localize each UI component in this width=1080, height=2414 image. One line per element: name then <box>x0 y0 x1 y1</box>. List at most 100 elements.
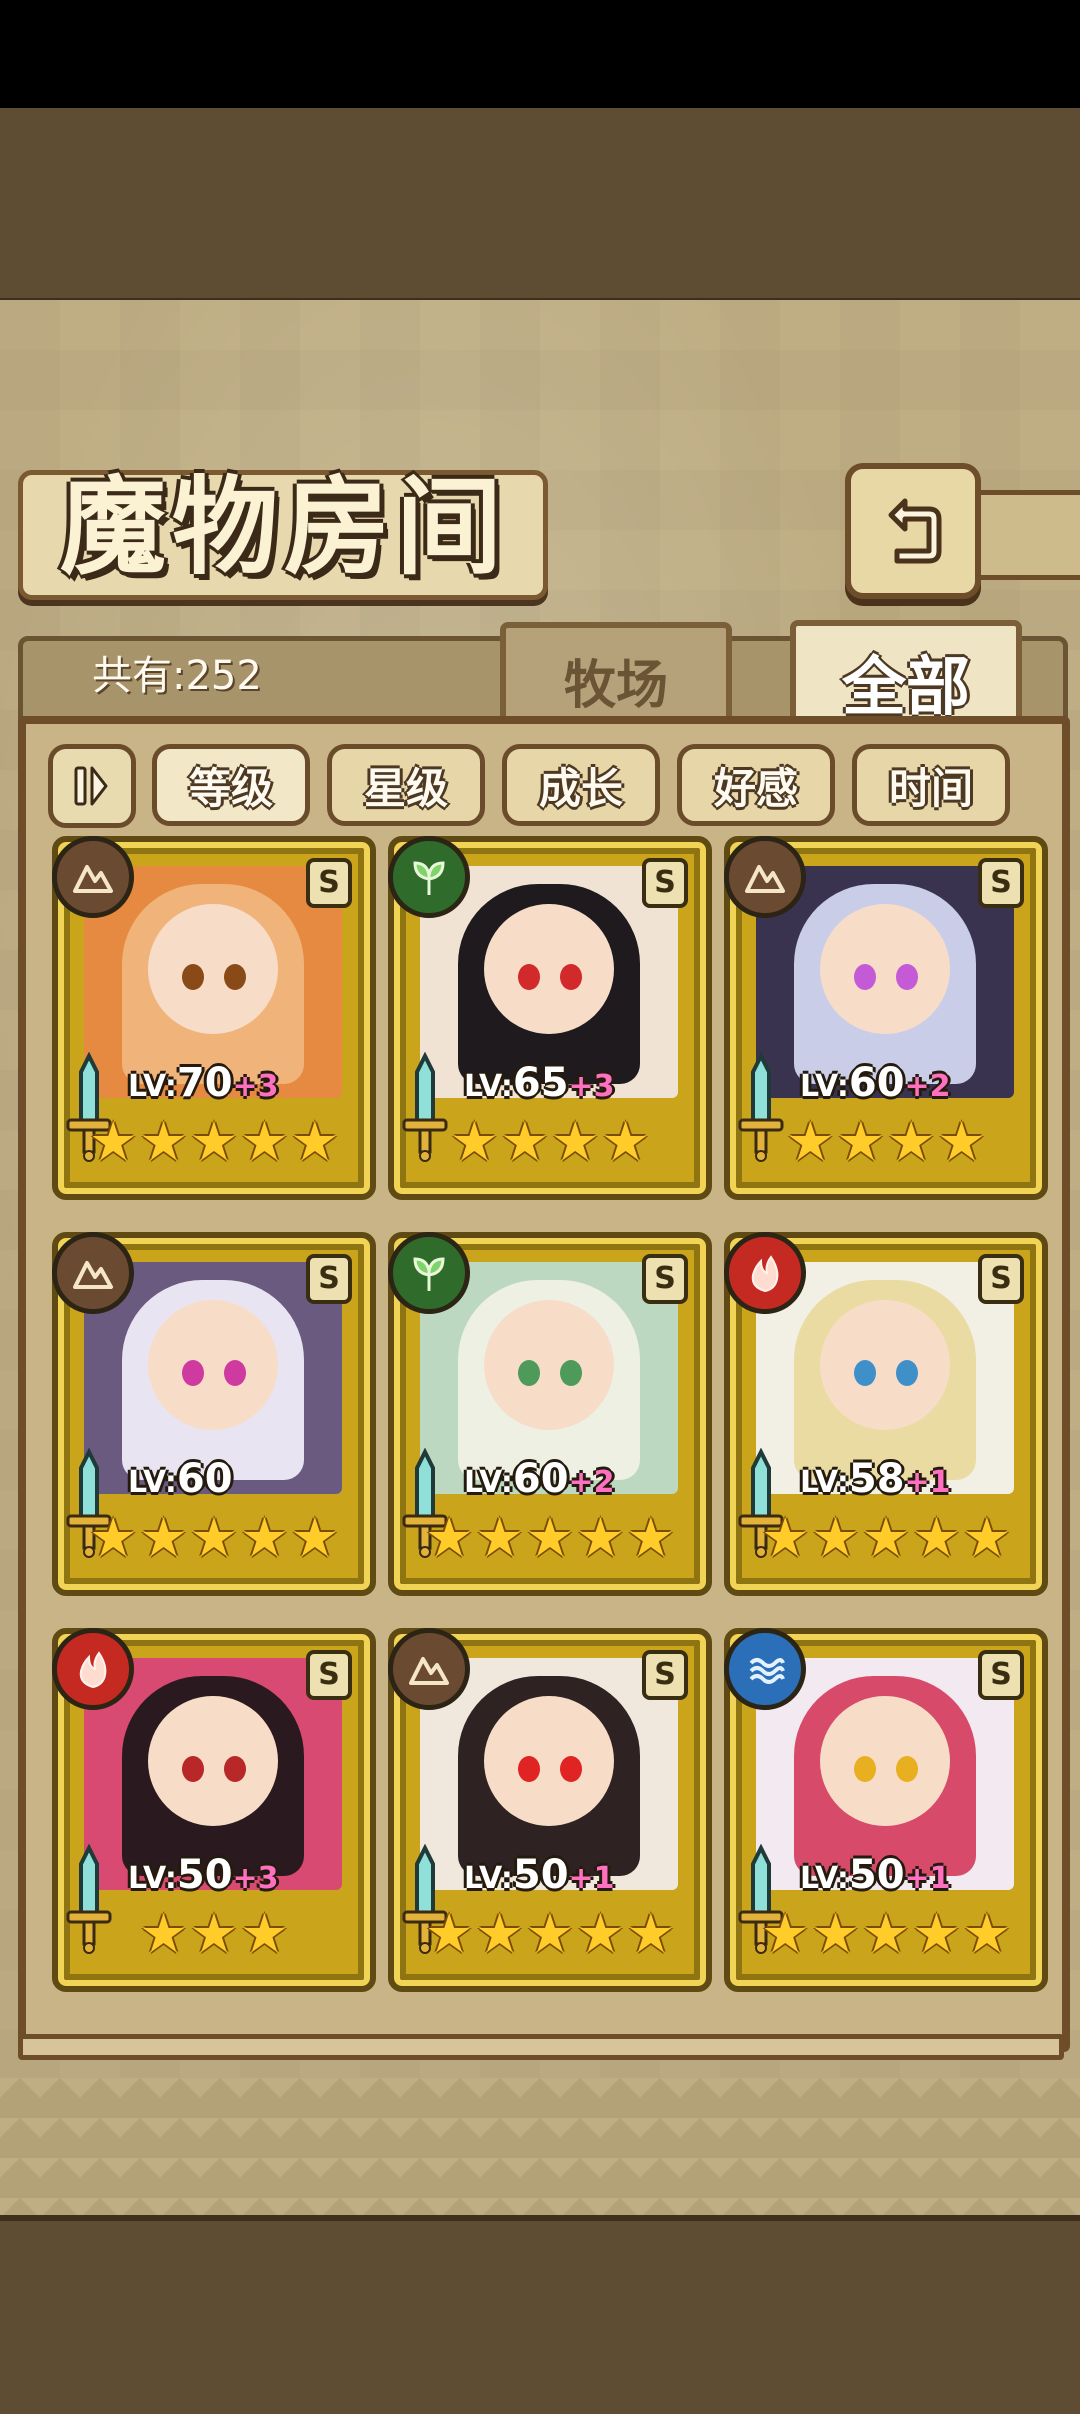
portrait-eye <box>896 1360 918 1386</box>
monster-card[interactable]: S LV:50+1 ★ ★ ★ ★ ★ <box>388 1628 712 1992</box>
monster-card[interactable]: S LV:58+1 ★ ★ ★ ★ ★ <box>724 1232 1048 1596</box>
portrait-eye <box>224 1756 246 1782</box>
level-value: 50 <box>512 1852 569 1898</box>
level-bonus: +1 <box>904 1861 951 1896</box>
star-icon: ★ <box>424 1902 474 1965</box>
page-title: 魔物房间 <box>60 464 508 589</box>
star-icon: ★ <box>88 1506 138 1569</box>
star-rating: ★ ★ ★ ★ ★ <box>394 1510 706 1566</box>
level-bonus: +3 <box>232 1861 279 1896</box>
portrait-eye <box>182 964 204 990</box>
list-bottom-border <box>18 2034 1064 2060</box>
top-map-band <box>0 108 1080 304</box>
filter-level-button[interactable]: 等级 <box>152 744 310 826</box>
level-prefix: LV: <box>464 1465 513 1500</box>
monster-card[interactable]: S LV:70+3 ★ ★ ★ ★ ★ <box>52 836 376 1200</box>
star-icon: ★ <box>189 1902 239 1965</box>
star-icon: ★ <box>626 1506 676 1569</box>
level-label: LV:50+3 <box>128 1850 279 1900</box>
fire-element-icon <box>52 1628 134 1710</box>
level-label: LV:50+1 <box>464 1850 615 1900</box>
monster-card[interactable]: S LV:60 ★ ★ ★ ★ ★ <box>52 1232 376 1596</box>
star-icon: ★ <box>424 1506 474 1569</box>
star-rating: ★ ★ ★ ★ <box>730 1114 1042 1170</box>
rank-badge: S <box>978 1650 1024 1700</box>
level-prefix: LV: <box>800 1861 849 1896</box>
fire-element-icon <box>724 1232 806 1314</box>
monster-card[interactable]: S LV:60+2 ★ ★ ★ ★ <box>724 836 1048 1200</box>
star-icon: ★ <box>240 1902 289 1965</box>
star-icon: ★ <box>475 1902 524 1965</box>
star-icon: ★ <box>937 1110 986 1173</box>
star-icon: ★ <box>962 1506 1012 1569</box>
pause-bars-icon <box>74 766 108 806</box>
portrait-face <box>484 1696 614 1826</box>
level-prefix: LV: <box>128 1861 177 1896</box>
star-icon: ★ <box>576 1506 625 1569</box>
back-button[interactable] <box>845 463 981 599</box>
monster-card[interactable]: S LV:65+3 ★ ★ ★ ★ <box>388 836 712 1200</box>
portrait-eye <box>560 964 582 990</box>
portrait-face <box>820 1300 950 1430</box>
status-bar-area <box>0 0 1080 108</box>
star-rating: ★ ★ ★ ★ ★ <box>58 1510 370 1566</box>
level-value: 60 <box>848 1060 905 1106</box>
star-icon: ★ <box>836 1110 885 1173</box>
monster-card[interactable]: S LV:60+2 ★ ★ ★ ★ ★ <box>388 1232 712 1596</box>
portrait-eye <box>182 1360 204 1386</box>
star-icon: ★ <box>290 1506 340 1569</box>
monster-card[interactable]: S LV:50+3 ★ ★ ★ <box>52 1628 376 1992</box>
level-prefix: LV: <box>128 1465 177 1500</box>
portrait-eye <box>854 1756 876 1782</box>
portrait-face <box>148 904 278 1034</box>
star-icon: ★ <box>962 1902 1012 1965</box>
earth-element-icon <box>52 1232 134 1314</box>
level-prefix: LV: <box>800 1069 849 1104</box>
portrait-eye <box>560 1756 582 1782</box>
wood-element-icon <box>388 836 470 918</box>
level-value: 50 <box>176 1852 233 1898</box>
portrait-eye <box>518 1360 540 1386</box>
star-icon: ★ <box>626 1902 676 1965</box>
star-icon: ★ <box>450 1110 499 1173</box>
star-icon: ★ <box>861 1902 911 1965</box>
star-icon: ★ <box>139 1506 188 1569</box>
filter-star-button[interactable]: 星级 <box>327 744 485 826</box>
filter-growth-button[interactable]: 成长 <box>502 744 660 826</box>
portrait-eye <box>896 964 918 990</box>
earth-element-icon <box>52 836 134 918</box>
monster-card[interactable]: S LV:50+1 ★ ★ ★ ★ ★ <box>724 1628 1048 1992</box>
star-icon: ★ <box>139 1110 188 1173</box>
level-label: LV:70+3 <box>128 1058 279 1108</box>
level-label: LV:60 <box>128 1454 233 1504</box>
level-label: LV:60+2 <box>464 1454 615 1504</box>
star-rating: ★ ★ ★ ★ ★ <box>730 1510 1042 1566</box>
star-icon: ★ <box>240 1110 289 1173</box>
rank-badge: S <box>642 1254 688 1304</box>
star-icon: ★ <box>601 1110 650 1173</box>
portrait-face <box>484 904 614 1034</box>
portrait-face <box>820 1696 950 1826</box>
rank-badge: S <box>978 1254 1024 1304</box>
monster-count: 共有:252 <box>92 653 262 699</box>
star-icon: ★ <box>500 1110 549 1173</box>
star-icon: ★ <box>912 1506 961 1569</box>
level-bonus: +2 <box>568 1465 615 1500</box>
portrait-eye <box>224 1360 246 1386</box>
star-icon: ★ <box>912 1902 961 1965</box>
return-arrow-icon <box>888 498 942 564</box>
water-element-icon <box>724 1628 806 1710</box>
bottom-map-band <box>0 2215 1080 2414</box>
earth-element-icon <box>388 1628 470 1710</box>
portrait-eye <box>518 1756 540 1782</box>
star-rating: ★ ★ ★ ★ ★ <box>730 1906 1042 1962</box>
filter-time-button[interactable]: 时间 <box>852 744 1010 826</box>
sort-order-toggle[interactable] <box>48 744 136 828</box>
portrait-eye <box>854 1360 876 1386</box>
star-icon: ★ <box>760 1506 810 1569</box>
filter-affinity-button[interactable]: 好感 <box>677 744 835 826</box>
star-icon: ★ <box>88 1110 138 1173</box>
star-icon: ★ <box>189 1506 239 1569</box>
rank-badge: S <box>306 858 352 908</box>
level-value: 50 <box>848 1852 905 1898</box>
